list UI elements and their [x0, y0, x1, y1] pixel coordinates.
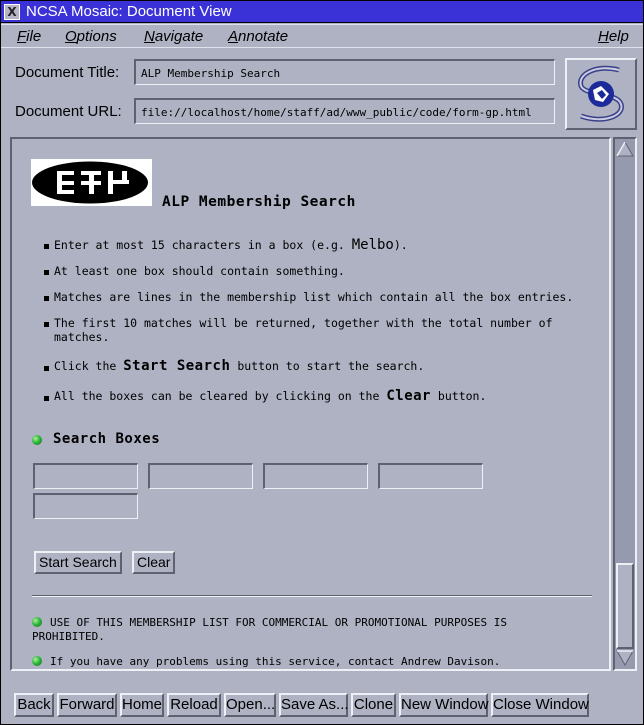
save-as-button[interactable]: Save As...: [279, 693, 349, 717]
search-box-5[interactable]: [33, 493, 138, 519]
usage-notice: USE OF THIS MEMBERSHIP LIST FOR COMMERCI…: [32, 616, 507, 643]
bullet-marker: [44, 366, 49, 371]
alp-logo: [31, 159, 152, 206]
menu-file[interactable]: File: [17, 28, 41, 45]
page-heading: ALP Membership Search: [162, 194, 356, 210]
open-button[interactable]: Open...: [224, 693, 276, 717]
instruction-2: At least one box should contain somethin…: [54, 264, 345, 278]
contact-notice: If you have any problems using this serv…: [50, 655, 501, 668]
search-box-2[interactable]: [148, 463, 253, 489]
bullet-marker: [44, 296, 49, 301]
mosaic-globe-icon[interactable]: [565, 58, 637, 130]
scroll-thumb[interactable]: [616, 563, 634, 649]
green-ball-icon: [32, 435, 42, 445]
bullet-marker: [44, 270, 49, 275]
instruction-5: Click the Start Search button to start t…: [54, 358, 425, 374]
mosaic-window: X NCSA Mosaic: Document View File Option…: [0, 0, 644, 725]
vertical-scrollbar[interactable]: [613, 137, 637, 671]
new-window-button[interactable]: New Window: [399, 693, 489, 717]
bullet-marker: [44, 322, 49, 327]
page-content: ALP Membership Search Enter at most 15 c…: [12, 139, 609, 669]
menu-bar: File Options Navigate Annotate Help: [1, 24, 643, 48]
green-ball-icon: [32, 656, 42, 666]
forward-button[interactable]: Forward: [57, 693, 117, 717]
menu-annotate[interactable]: Annotate: [228, 28, 288, 45]
scroll-down-arrow-icon[interactable]: [616, 649, 634, 667]
reload-button[interactable]: Reload: [167, 693, 221, 717]
document-title-label: Document Title:: [15, 64, 120, 81]
divider: [32, 595, 592, 597]
instruction-4: The first 10 matches will be returned, t…: [54, 316, 553, 344]
home-button[interactable]: Home: [120, 693, 164, 717]
scroll-up-arrow-icon[interactable]: [616, 140, 634, 158]
document-title-field[interactable]: ALP Membership Search: [134, 59, 555, 85]
close-box-icon[interactable]: X: [4, 4, 20, 20]
window-title: NCSA Mosaic: Document View: [26, 3, 232, 20]
back-button[interactable]: Back: [14, 693, 54, 717]
menu-help[interactable]: Help: [598, 28, 629, 45]
search-box-3[interactable]: [263, 463, 368, 489]
menu-navigate[interactable]: Navigate: [144, 28, 203, 45]
bullet-marker: [44, 244, 49, 249]
instruction-1: Enter at most 15 characters in a box (e.…: [54, 237, 408, 253]
navigation-toolbar: Back Forward Home Reload Open... Save As…: [1, 691, 643, 724]
search-box-1[interactable]: [33, 463, 138, 489]
bullet-marker: [44, 396, 49, 401]
instruction-3: Matches are lines in the membership list…: [54, 290, 574, 304]
title-bar[interactable]: X NCSA Mosaic: Document View: [1, 1, 643, 23]
clone-button[interactable]: Clone: [351, 693, 396, 717]
search-box-4[interactable]: [378, 463, 483, 489]
document-url-label: Document URL:: [15, 103, 122, 120]
search-boxes-heading: Search Boxes: [53, 431, 161, 447]
clear-button[interactable]: Clear: [132, 551, 176, 574]
close-window-button[interactable]: Close Window: [491, 693, 589, 717]
start-search-button[interactable]: Start Search: [34, 551, 122, 574]
document-url-field[interactable]: file://localhost/home/staff/ad/www_publi…: [134, 98, 555, 124]
document-viewport[interactable]: ALP Membership Search Enter at most 15 c…: [10, 137, 611, 671]
menu-options[interactable]: Options: [65, 28, 117, 45]
instruction-6: All the boxes can be cleared by clicking…: [54, 388, 487, 404]
